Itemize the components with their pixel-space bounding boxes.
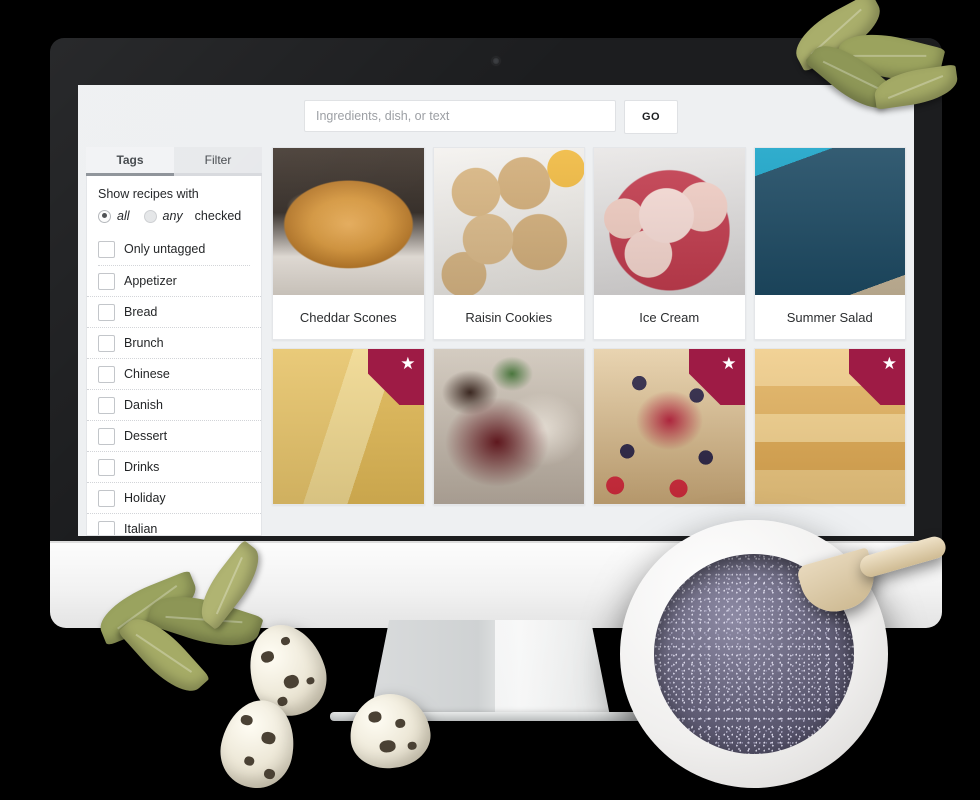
tag-label: Brunch bbox=[124, 336, 164, 350]
tag-label: Appetizer bbox=[124, 274, 177, 288]
tag-label: Danish bbox=[124, 398, 163, 412]
image-gloss bbox=[273, 148, 424, 295]
radio-all[interactable] bbox=[98, 209, 111, 223]
list-item[interactable]: Holiday bbox=[87, 482, 261, 513]
recipe-card[interactable] bbox=[432, 348, 585, 505]
tag-list: Appetizer Bread Brunch Chinese Danish De… bbox=[87, 266, 261, 536]
star-icon: ★ bbox=[721, 354, 737, 373]
star-icon: ★ bbox=[400, 354, 416, 373]
checkbox-icon[interactable] bbox=[98, 365, 115, 383]
quail-egg bbox=[237, 614, 337, 726]
radio-all-label[interactable]: all bbox=[117, 209, 130, 223]
match-mode-group: all any checked bbox=[87, 205, 261, 233]
recipe-card[interactable]: Cheddar Scones bbox=[272, 147, 425, 340]
list-item[interactable]: Chinese bbox=[87, 358, 261, 389]
tag-label: Drinks bbox=[124, 460, 160, 474]
image-gloss bbox=[433, 148, 584, 295]
list-item[interactable]: Dessert bbox=[87, 420, 261, 451]
tag-label: Bread bbox=[124, 305, 158, 319]
search-input[interactable]: Ingredients, dish, or text bbox=[304, 100, 616, 132]
checkbox-icon[interactable] bbox=[98, 334, 115, 352]
content-area: Tags Filter Show recipes with all any ch… bbox=[78, 147, 914, 536]
recipe-title: Cheddar Scones bbox=[273, 295, 424, 339]
list-item[interactable]: Drinks bbox=[87, 451, 261, 482]
webcam-icon bbox=[492, 57, 500, 65]
screen: Ingredients, dish, or text GO Tags Filte… bbox=[78, 85, 914, 536]
checkbox-icon[interactable] bbox=[98, 458, 115, 476]
scoop-handle bbox=[857, 534, 949, 580]
tab-tags[interactable]: Tags bbox=[86, 147, 174, 176]
checkbox-icon[interactable] bbox=[98, 396, 115, 414]
image-gloss bbox=[433, 349, 584, 504]
sidebar-tabs: Tags Filter bbox=[86, 147, 262, 176]
recipe-title: Ice Cream bbox=[594, 295, 745, 339]
list-item[interactable]: Appetizer bbox=[87, 266, 261, 296]
recipe-title: Raisin Cookies bbox=[433, 295, 584, 339]
recipe-title: Summer Salad bbox=[754, 295, 905, 339]
match-suffix-label: checked bbox=[194, 209, 242, 223]
recipe-thumbnail: ★ bbox=[273, 349, 424, 504]
tag-label: Italian bbox=[124, 522, 158, 536]
recipe-thumbnail bbox=[273, 148, 424, 295]
search-placeholder: Ingredients, dish, or text bbox=[316, 109, 450, 123]
tag-label: Chinese bbox=[124, 367, 170, 381]
quail-egg bbox=[213, 693, 303, 795]
list-item[interactable]: Brunch bbox=[87, 327, 261, 358]
checkbox-icon[interactable] bbox=[98, 520, 115, 535]
monitor-stand-neck bbox=[370, 620, 610, 716]
image-gloss bbox=[594, 148, 745, 295]
list-item[interactable]: Danish bbox=[87, 389, 261, 420]
recipe-thumbnail bbox=[433, 148, 584, 295]
recipe-thumbnail: ★ bbox=[594, 349, 745, 504]
filter-heading: Show recipes with bbox=[98, 187, 199, 201]
image-gloss bbox=[754, 148, 905, 295]
star-icon: ★ bbox=[881, 354, 897, 373]
go-button[interactable]: GO bbox=[624, 100, 678, 134]
monitor-frame: Ingredients, dish, or text GO Tags Filte… bbox=[50, 38, 942, 555]
recipe-grid: Cheddar Scones Raisin Cookies Ice Cream bbox=[262, 147, 906, 536]
recipe-thumbnail bbox=[433, 349, 584, 504]
recipe-card[interactable]: ★ bbox=[272, 348, 425, 505]
favorite-badge[interactable]: ★ bbox=[689, 349, 745, 405]
list-item[interactable]: Italian bbox=[87, 513, 261, 536]
list-item[interactable]: Bread bbox=[87, 296, 261, 327]
favorite-badge[interactable]: ★ bbox=[849, 349, 905, 405]
sidebar: Tags Filter Show recipes with all any ch… bbox=[86, 147, 262, 536]
recipe-card[interactable]: ★ bbox=[593, 348, 746, 505]
recipe-card[interactable]: Summer Salad bbox=[753, 147, 906, 340]
tab-filter[interactable]: Filter bbox=[174, 147, 262, 176]
checkbox-icon[interactable] bbox=[98, 427, 115, 445]
checkbox-icon[interactable] bbox=[98, 240, 115, 258]
recipe-thumbnail bbox=[754, 148, 905, 295]
tags-panel: Show recipes with all any checked Only u… bbox=[86, 176, 262, 536]
search-area: Ingredients, dish, or text GO bbox=[304, 100, 678, 134]
recipe-card[interactable]: Raisin Cookies bbox=[432, 147, 585, 340]
recipe-thumbnail: ★ bbox=[754, 349, 905, 504]
top-bar: Ingredients, dish, or text GO bbox=[78, 85, 914, 147]
checkbox-only-untagged[interactable]: Only untagged bbox=[87, 233, 261, 265]
monitor-stand-base bbox=[330, 712, 650, 721]
checkbox-icon[interactable] bbox=[98, 303, 115, 321]
radio-any-label[interactable]: any bbox=[163, 209, 183, 223]
tag-label: Dessert bbox=[124, 429, 168, 443]
recipe-card[interactable]: ★ bbox=[753, 348, 906, 505]
favorite-badge[interactable]: ★ bbox=[368, 349, 424, 405]
checkbox-icon[interactable] bbox=[98, 272, 115, 290]
recipe-card[interactable]: Ice Cream bbox=[593, 147, 746, 340]
radio-any[interactable] bbox=[143, 209, 157, 223]
checkbox-icon[interactable] bbox=[98, 489, 115, 507]
recipe-thumbnail bbox=[594, 148, 745, 295]
tag-label: Holiday bbox=[124, 491, 166, 505]
only-untagged-label: Only untagged bbox=[124, 242, 206, 256]
